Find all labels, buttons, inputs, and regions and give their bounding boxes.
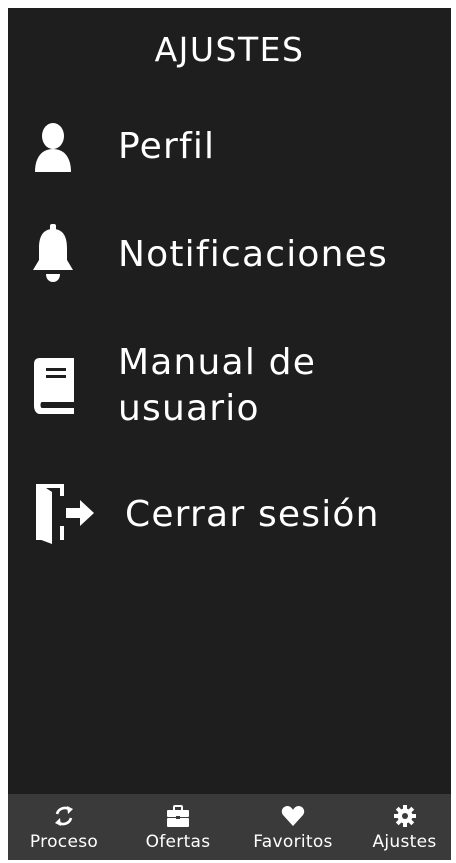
bottom-tab-bar: Proceso Ofertas Favoritos Ajustes — [8, 794, 451, 860]
menu-item-user-manual[interactable]: Manual de usuario — [8, 340, 451, 436]
tab-label: Favoritos — [253, 832, 333, 852]
menu-item-logout[interactable]: Cerrar sesión — [8, 480, 451, 550]
tab-proceso[interactable]: Proceso — [8, 794, 120, 860]
menu-item-profile[interactable]: Perfil — [8, 118, 451, 178]
page-title: AJUSTES — [154, 30, 305, 69]
refresh-icon — [55, 806, 73, 826]
bell-icon — [33, 224, 73, 282]
tab-ofertas[interactable]: Ofertas — [123, 794, 233, 860]
heart-icon — [281, 806, 305, 826]
menu-item-label: Notificaciones — [118, 234, 388, 275]
menu-item-label: Cerrar sesión — [125, 494, 380, 535]
settings-screen: AJUSTES Perfil Notificaciones Manual de … — [8, 8, 451, 860]
gear-icon — [393, 805, 416, 827]
tab-ajustes[interactable]: Ajustes — [358, 794, 451, 860]
tab-label: Proceso — [29, 832, 99, 852]
sign-out-icon — [36, 484, 94, 544]
tab-label: Ajustes — [372, 832, 437, 852]
tab-favoritos[interactable]: Favoritos — [234, 794, 352, 860]
menu-item-label: Perfil — [118, 126, 216, 167]
menu-item-notifications[interactable]: Notificaciones — [8, 220, 451, 290]
menu-item-label: Manual de usuario — [118, 342, 317, 429]
book-icon — [34, 358, 74, 414]
briefcase-icon — [167, 805, 189, 827]
user-icon — [35, 123, 71, 172]
tab-label: Ofertas — [145, 832, 211, 852]
